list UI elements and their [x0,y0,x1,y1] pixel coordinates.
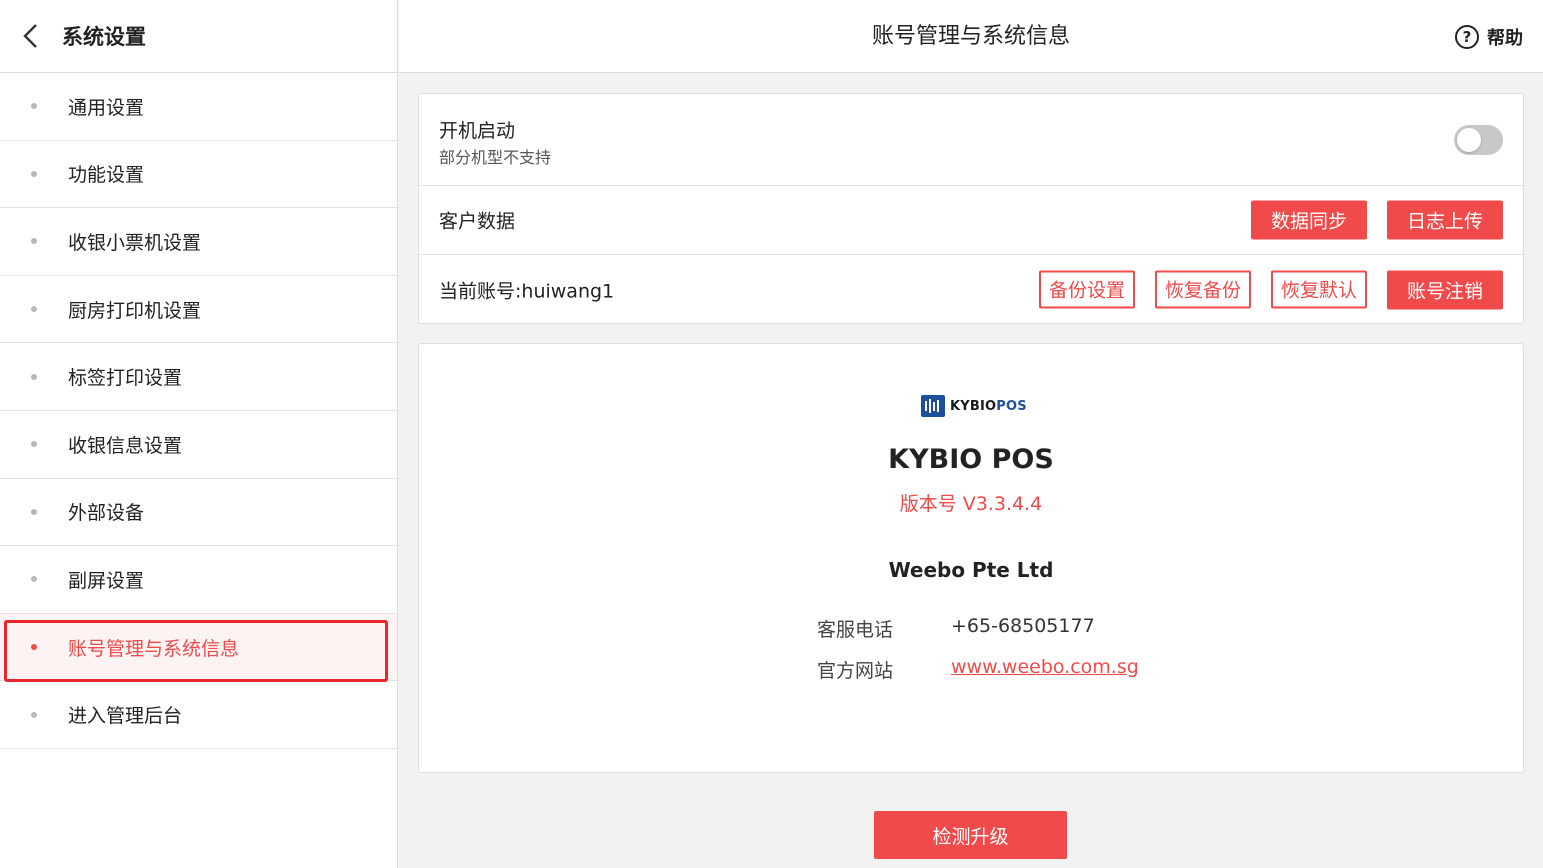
check-upgrade-button[interactable]: 检测升级 [874,811,1067,859]
website-label: 官方网站 [817,660,894,682]
customer-data-row: 客户数据 数据同步 日志上传 [419,186,1523,255]
chevron-left-icon [23,24,37,48]
log-upload-button[interactable]: 日志上传 [1387,200,1503,240]
sidebar-item-label: 厨房打印机设置 [68,299,202,322]
sidebar-item-label: 通用设置 [68,96,145,119]
data-sync-button[interactable]: 数据同步 [1251,200,1367,240]
boot-row: 开机启动 部分机型不支持 [419,94,1523,186]
website-line: 官方网站 www.weebo.com.sg [817,656,1139,683]
sidebar-item-label-printing[interactable]: 标签打印设置 [0,343,397,411]
phone-value: +65-68505177 [951,615,1095,637]
account-actions: 备份设置 恢复备份 恢复默认 账号注销 [1039,270,1503,309]
boot-sublabel: 部分机型不支持 [439,148,552,167]
page-title: 账号管理与系统信息 [871,24,1070,49]
sidebar-item-kitchen-printer[interactable]: 厨房打印机设置 [0,276,397,344]
app-name: KYBIO POS [888,444,1054,475]
help-button[interactable]: ? 帮助 [1455,0,1523,73]
sidebar-item-secondary-screen[interactable]: 副屏设置 [0,546,397,614]
sidebar-item-label: 外部设备 [68,502,145,525]
sidebar-item-label: 标签打印设置 [68,367,183,390]
company-name: Weebo Pte Ltd [888,558,1054,582]
bullet-icon [31,170,37,177]
current-account-label: 当前账号:huiwang1 [439,280,615,302]
sidebar-item-label: 收银小票机设置 [68,231,202,254]
toggle-knob [1457,128,1481,152]
sidebar-header: 系统设置 [0,0,397,73]
sidebar-item-label: 功能设置 [68,164,145,187]
customer-data-label: 客户数据 [439,210,516,233]
kybio-logo: KYBIOPOS [921,395,1027,417]
bullet-icon [31,576,37,583]
account-row: 当前账号:huiwang1 备份设置 恢复备份 恢复默认 账号注销 [419,255,1523,324]
phone-label: 客服电话 [817,619,894,641]
account-logout-button[interactable]: 账号注销 [1387,270,1503,309]
version-line: 版本号 V3.3.4.4 [419,489,1523,516]
kybio-logo-icon [921,395,945,417]
bullet-icon [31,508,37,515]
sidebar: 系统设置 通用设置 功能设置 收银小票机设置 厨房打印机设置 标签打印设置 收银… [0,0,398,868]
help-icon: ? [1455,24,1479,49]
restore-default-button[interactable]: 恢复默认 [1271,270,1367,308]
bullet-icon [31,103,37,110]
system-info-card: KYBIOPOS KYBIO POS 版本号 V3.3.4.4 Weebo Pte… [418,343,1524,773]
sidebar-item-label: 收银信息设置 [68,434,183,457]
restore-backup-button[interactable]: 恢复备份 [1155,270,1251,308]
boot-toggle[interactable] [1454,125,1503,155]
sidebar-item-cashier-info[interactable]: 收银信息设置 [0,411,397,479]
top-bar: 账号管理与系统信息 ? 帮助 [399,0,1543,73]
logo-text: KYBIOPOS [950,398,1027,414]
sidebar-item-label: 副屏设置 [68,569,145,592]
help-label: 帮助 [1487,27,1523,49]
version-label: 版本号 [899,493,957,515]
version-number: V3.3.4.4 [962,493,1043,515]
phone-line: 客服电话 +65-68505177 [817,615,1095,642]
backup-settings-button[interactable]: 备份设置 [1039,270,1135,308]
customer-data-actions: 数据同步 日志上传 [1251,200,1503,240]
bullet-icon [31,711,37,718]
sidebar-item-general[interactable]: 通用设置 [0,73,397,141]
bullet-icon [31,306,37,313]
sidebar-title: 系统设置 [62,25,146,49]
bullet-icon [31,373,37,380]
sidebar-item-receipt-printer[interactable]: 收银小票机设置 [0,208,397,276]
boot-label: 开机启动 [439,120,516,142]
bullet-icon [31,238,37,245]
sidebar-item-external-devices[interactable]: 外部设备 [0,479,397,547]
sidebar-item-admin-backend[interactable]: 进入管理后台 [0,681,397,749]
sidebar-item-account-system-info[interactable]: 账号管理与系统信息 [0,613,397,682]
website-link[interactable]: www.weebo.com.sg [951,656,1139,683]
sidebar-item-features[interactable]: 功能设置 [0,141,397,209]
sidebar-item-label: 进入管理后台 [68,705,183,728]
sidebar-item-label: 账号管理与系统信息 [68,637,240,660]
bullet-icon [31,441,37,448]
settings-card: 开机启动 部分机型不支持 客户数据 数据同步 日志上传 当前账号:huiwang… [418,93,1524,324]
bullet-icon [31,644,37,651]
back-button[interactable] [0,0,62,73]
